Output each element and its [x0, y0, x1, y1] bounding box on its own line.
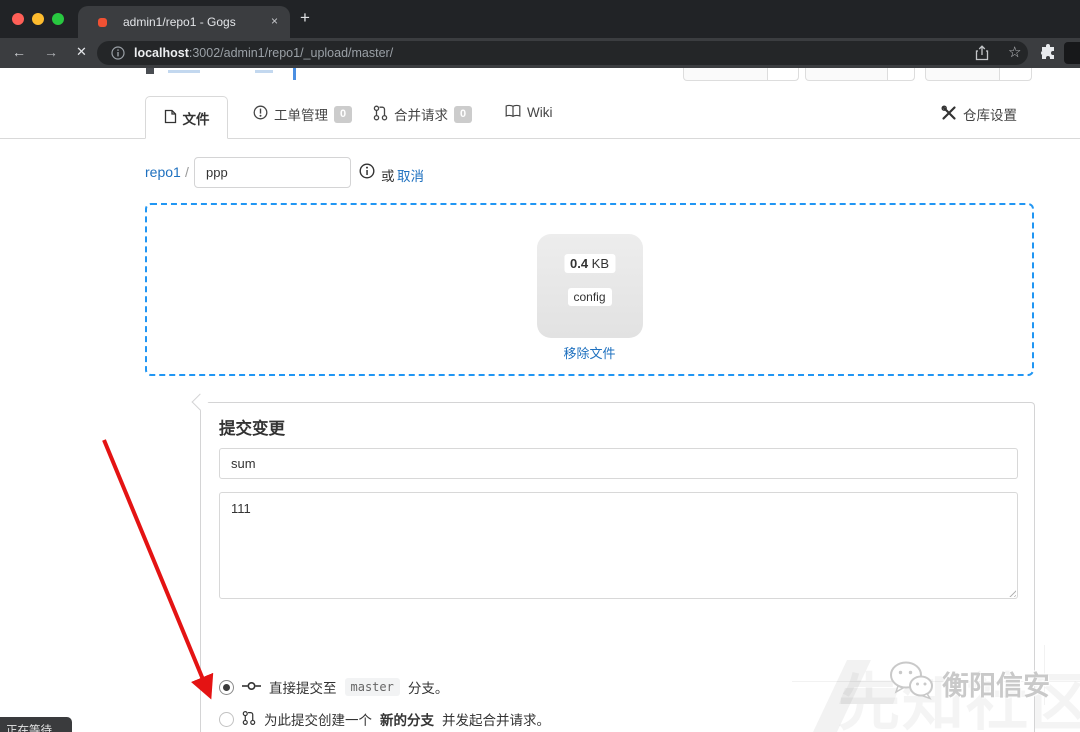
- bookmark-star-icon[interactable]: ☆: [1008, 43, 1021, 61]
- close-window-button[interactable]: [12, 13, 24, 25]
- tab-wiki-label: Wiki: [527, 105, 553, 120]
- uploaded-file-card: 0.4 KB config: [537, 234, 643, 338]
- upload-dropzone[interactable]: 0.4 KB config 移除文件: [145, 203, 1034, 376]
- breadcrumb-repo-link[interactable]: repo1: [145, 164, 181, 180]
- commit-icon: [242, 680, 261, 695]
- repo-owner-link-sliver: [168, 70, 200, 73]
- file-size-value: 0.4: [570, 256, 588, 271]
- url-host: localhost: [134, 46, 189, 60]
- tab-issues-label: 工单管理: [274, 104, 328, 124]
- issues-count-badge: 0: [334, 106, 352, 123]
- browser-tabstrip: admin1/repo1 - Gogs × +: [0, 0, 1080, 38]
- back-button[interactable]: ←: [12, 44, 26, 60]
- branch-name-chip: master: [345, 678, 400, 696]
- new-tab-button[interactable]: +: [300, 8, 310, 28]
- repo-link-caret-sliver: [293, 68, 296, 80]
- profile-avatar[interactable]: [1064, 42, 1080, 64]
- repo-name-link-sliver: [255, 70, 273, 73]
- file-size-unit: KB: [592, 256, 609, 271]
- url-text: localhost:3002/admin1/repo1/_upload/mast…: [134, 46, 393, 60]
- extensions-puzzle-icon[interactable]: [1040, 44, 1057, 66]
- tab-files[interactable]: 文件: [145, 96, 228, 139]
- filename-input[interactable]: [194, 157, 351, 188]
- browser-window: admin1/repo1 - Gogs × + ← → ✕ localhost:…: [0, 0, 1080, 732]
- pull-request-icon: [373, 105, 388, 124]
- stop-reload-button[interactable]: ✕: [76, 44, 87, 60]
- fork-button-part: [926, 68, 999, 80]
- radio-commit-direct[interactable]: 直接提交至 master 分支。: [219, 677, 448, 697]
- commit-heading: 提交变更: [219, 415, 285, 439]
- file-icon: [164, 109, 177, 127]
- radio-selected[interactable]: [219, 680, 234, 695]
- wechat-icon: [888, 660, 934, 707]
- star-count-part: [887, 68, 914, 80]
- tab-repo-settings[interactable]: 仓库设置: [941, 104, 1017, 124]
- filename-info-icon: [359, 163, 375, 184]
- tools-icon: [941, 105, 957, 124]
- tab-wiki[interactable]: Wiki: [505, 104, 553, 121]
- tab-files-label: 文件: [183, 108, 210, 128]
- repo-icon-sliver: [146, 68, 154, 74]
- tab-pull-requests[interactable]: 合并请求 0: [373, 104, 472, 124]
- watermark-brand-text: 衡阳信安: [942, 664, 1050, 703]
- radio-branch-bold: 新的分支: [380, 709, 434, 729]
- fork-button-sliver[interactable]: [925, 68, 1032, 81]
- file-name-label: config: [567, 288, 611, 306]
- url-path: :3002/admin1/repo1/_upload/master/: [189, 46, 393, 60]
- gogs-page: 文件 工单管理 0 合并请求 0 Wiki 仓库设置: [0, 68, 1080, 732]
- share-icon[interactable]: [975, 45, 989, 66]
- tab-close-icon[interactable]: ×: [271, 14, 278, 28]
- commit-summary-input[interactable]: [219, 448, 1018, 479]
- radio-new-branch[interactable]: 为此提交创建一个 新的分支 并发起合并请求。: [219, 709, 550, 729]
- fork-count-part: [999, 68, 1031, 80]
- breadcrumb-cancel-link[interactable]: 取消: [397, 165, 424, 185]
- commit-description-textarea[interactable]: 111: [219, 492, 1018, 599]
- gogs-favicon: [98, 18, 107, 27]
- browser-tab-title: admin1/repo1 - Gogs: [123, 15, 236, 29]
- pulls-count-badge: 0: [454, 106, 472, 123]
- tab-pulls-label: 合并请求: [394, 104, 448, 124]
- panel-notch: [192, 394, 209, 411]
- radio-direct-pre: 直接提交至: [269, 677, 337, 697]
- maximize-window-button[interactable]: [52, 13, 64, 25]
- pull-request-icon-small: [242, 710, 256, 729]
- minimize-window-button[interactable]: [32, 13, 44, 25]
- radio-direct-post: 分支。: [408, 677, 449, 697]
- watch-count-part: [767, 68, 798, 80]
- issue-icon: [253, 105, 268, 123]
- remove-file-link[interactable]: 移除文件: [563, 343, 615, 362]
- watch-button-sliver[interactable]: [683, 68, 799, 81]
- forward-button[interactable]: →: [44, 44, 58, 60]
- status-tooltip: 正在等待...: [0, 717, 72, 732]
- browser-toolbar: ← → ✕ localhost:3002/admin1/repo1/_uploa…: [0, 38, 1080, 68]
- wiki-book-icon: [505, 104, 521, 121]
- breadcrumb-separator: /: [185, 164, 189, 180]
- star-button-part: [806, 68, 887, 80]
- star-button-sliver[interactable]: [805, 68, 915, 81]
- radio-branch-post: 并发起合并请求。: [442, 709, 550, 729]
- watch-button-part: [684, 68, 767, 80]
- tab-settings-label: 仓库设置: [963, 104, 1017, 124]
- radio-unselected[interactable]: [219, 712, 234, 727]
- tab-issues[interactable]: 工单管理 0: [253, 104, 352, 124]
- address-bar[interactable]: localhost:3002/admin1/repo1/_upload/mast…: [97, 41, 1028, 65]
- browser-tab[interactable]: admin1/repo1 - Gogs ×: [78, 6, 290, 38]
- breadcrumb-or-label: 或: [381, 165, 395, 185]
- radio-branch-pre: 为此提交创建一个: [264, 709, 372, 729]
- watermark-brand: 衡阳信安: [888, 660, 1050, 707]
- site-info-icon[interactable]: [111, 46, 125, 60]
- file-size-label: 0.4 KB: [564, 254, 615, 273]
